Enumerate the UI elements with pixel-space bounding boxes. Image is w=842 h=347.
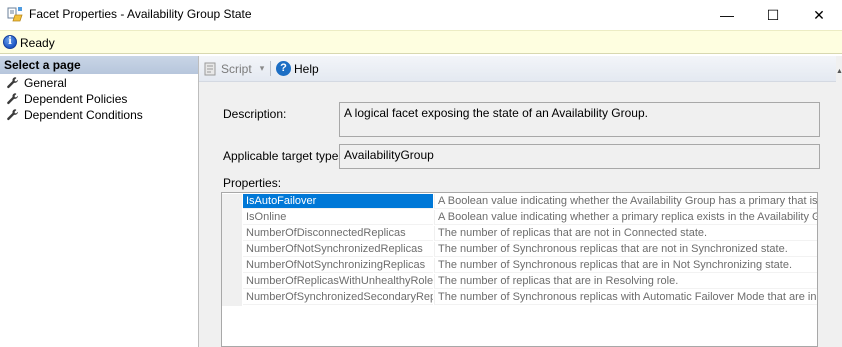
- property-name[interactable]: NumberOfSynchronizedSecondaryRepli: [243, 290, 433, 305]
- select-page-header: Select a page: [0, 56, 198, 74]
- property-description: The number of Synchronous replicas with …: [434, 290, 817, 305]
- scroll-up-icon[interactable]: ▲: [836, 68, 842, 76]
- script-label: Script: [221, 61, 252, 76]
- property-name[interactable]: NumberOfNotSynchronizedReplicas: [243, 242, 433, 257]
- property-name[interactable]: NumberOfNotSynchronizingReplicas: [243, 258, 433, 273]
- row-gutter: [222, 226, 242, 242]
- wrench-icon: [7, 109, 19, 121]
- help-button[interactable]: ? Help: [276, 59, 319, 78]
- script-button[interactable]: Script ▾: [203, 60, 264, 77]
- property-name[interactable]: IsAutoFailover: [243, 194, 433, 209]
- property-row[interactable]: NumberOfNotSynchronizingReplicas The num…: [222, 258, 817, 274]
- status-text: Ready: [20, 36, 55, 50]
- property-description: The number of replicas that are not in C…: [434, 226, 817, 241]
- property-description: A Boolean value indicating whether the A…: [434, 194, 817, 209]
- select-page-pane: Select a page General Dependent Policies…: [0, 56, 199, 347]
- target-types-label: Applicable target types:: [223, 149, 348, 163]
- property-row[interactable]: NumberOfSynchronizedSecondaryRepli The n…: [222, 290, 817, 306]
- property-row[interactable]: NumberOfReplicasWithUnhealthyRole The nu…: [222, 274, 817, 290]
- target-types-field[interactable]: AvailabilityGroup: [339, 144, 820, 169]
- page-item-dependent-conditions[interactable]: Dependent Conditions: [6, 107, 143, 123]
- facet-properties-icon: [7, 7, 23, 22]
- page-item-dependent-policies[interactable]: Dependent Policies: [6, 91, 127, 107]
- property-name[interactable]: NumberOfDisconnectedReplicas: [243, 226, 433, 241]
- page-item-label: Dependent Conditions: [24, 108, 143, 122]
- row-gutter: [222, 274, 242, 290]
- wrench-icon: [7, 93, 19, 105]
- row-gutter: [222, 290, 242, 306]
- page-item-label: Dependent Policies: [24, 92, 128, 106]
- page-item-general[interactable]: General: [6, 75, 67, 91]
- info-icon: i: [3, 35, 17, 49]
- vertical-scrollbar[interactable]: [836, 56, 842, 347]
- title-bar: Facet Properties - Availability Group St…: [0, 0, 842, 30]
- general-page: Description: A logical facet exposing th…: [199, 82, 836, 347]
- row-gutter: [222, 210, 242, 226]
- close-button[interactable]: ✕: [796, 0, 842, 30]
- properties-grid[interactable]: IsAutoFailover A Boolean value indicatin…: [221, 192, 818, 347]
- property-description: The number of Synchronous replicas that …: [434, 242, 817, 257]
- chevron-down-icon[interactable]: ▾: [260, 63, 265, 74]
- row-gutter: [222, 194, 242, 210]
- property-row[interactable]: NumberOfNotSynchronizedReplicas The numb…: [222, 242, 817, 258]
- help-icon: ?: [276, 61, 291, 76]
- property-name[interactable]: NumberOfReplicasWithUnhealthyRole: [243, 274, 433, 289]
- row-gutter: [222, 258, 242, 274]
- minimize-button[interactable]: —: [704, 0, 750, 30]
- property-description: A Boolean value indicating whether a pri…: [434, 210, 817, 225]
- property-row[interactable]: IsOnline A Boolean value indicating whet…: [222, 210, 817, 226]
- property-row[interactable]: NumberOfDisconnectedReplicas The number …: [222, 226, 817, 242]
- property-description: The number of Synchronous replicas that …: [434, 258, 817, 273]
- toolbar: Script ▾ ? Help: [199, 56, 842, 82]
- wrench-icon: [7, 77, 19, 89]
- row-gutter: [222, 242, 242, 258]
- toolbar-separator: [270, 61, 271, 76]
- status-bar: i Ready: [0, 30, 842, 54]
- script-icon: [204, 62, 216, 75]
- properties-label: Properties:: [223, 176, 282, 190]
- description-label: Description:: [223, 107, 287, 121]
- window-title: Facet Properties - Availability Group St…: [29, 7, 252, 21]
- property-row[interactable]: IsAutoFailover A Boolean value indicatin…: [222, 194, 817, 210]
- property-description: The number of replicas that are in Resol…: [434, 274, 817, 289]
- property-name[interactable]: IsOnline: [243, 210, 433, 225]
- select-page-title: Select a page: [4, 58, 81, 72]
- help-label: Help: [294, 61, 319, 76]
- page-item-label: General: [24, 76, 67, 90]
- maximize-button[interactable]: ☐: [750, 0, 796, 30]
- description-field[interactable]: A logical facet exposing the state of an…: [339, 102, 820, 137]
